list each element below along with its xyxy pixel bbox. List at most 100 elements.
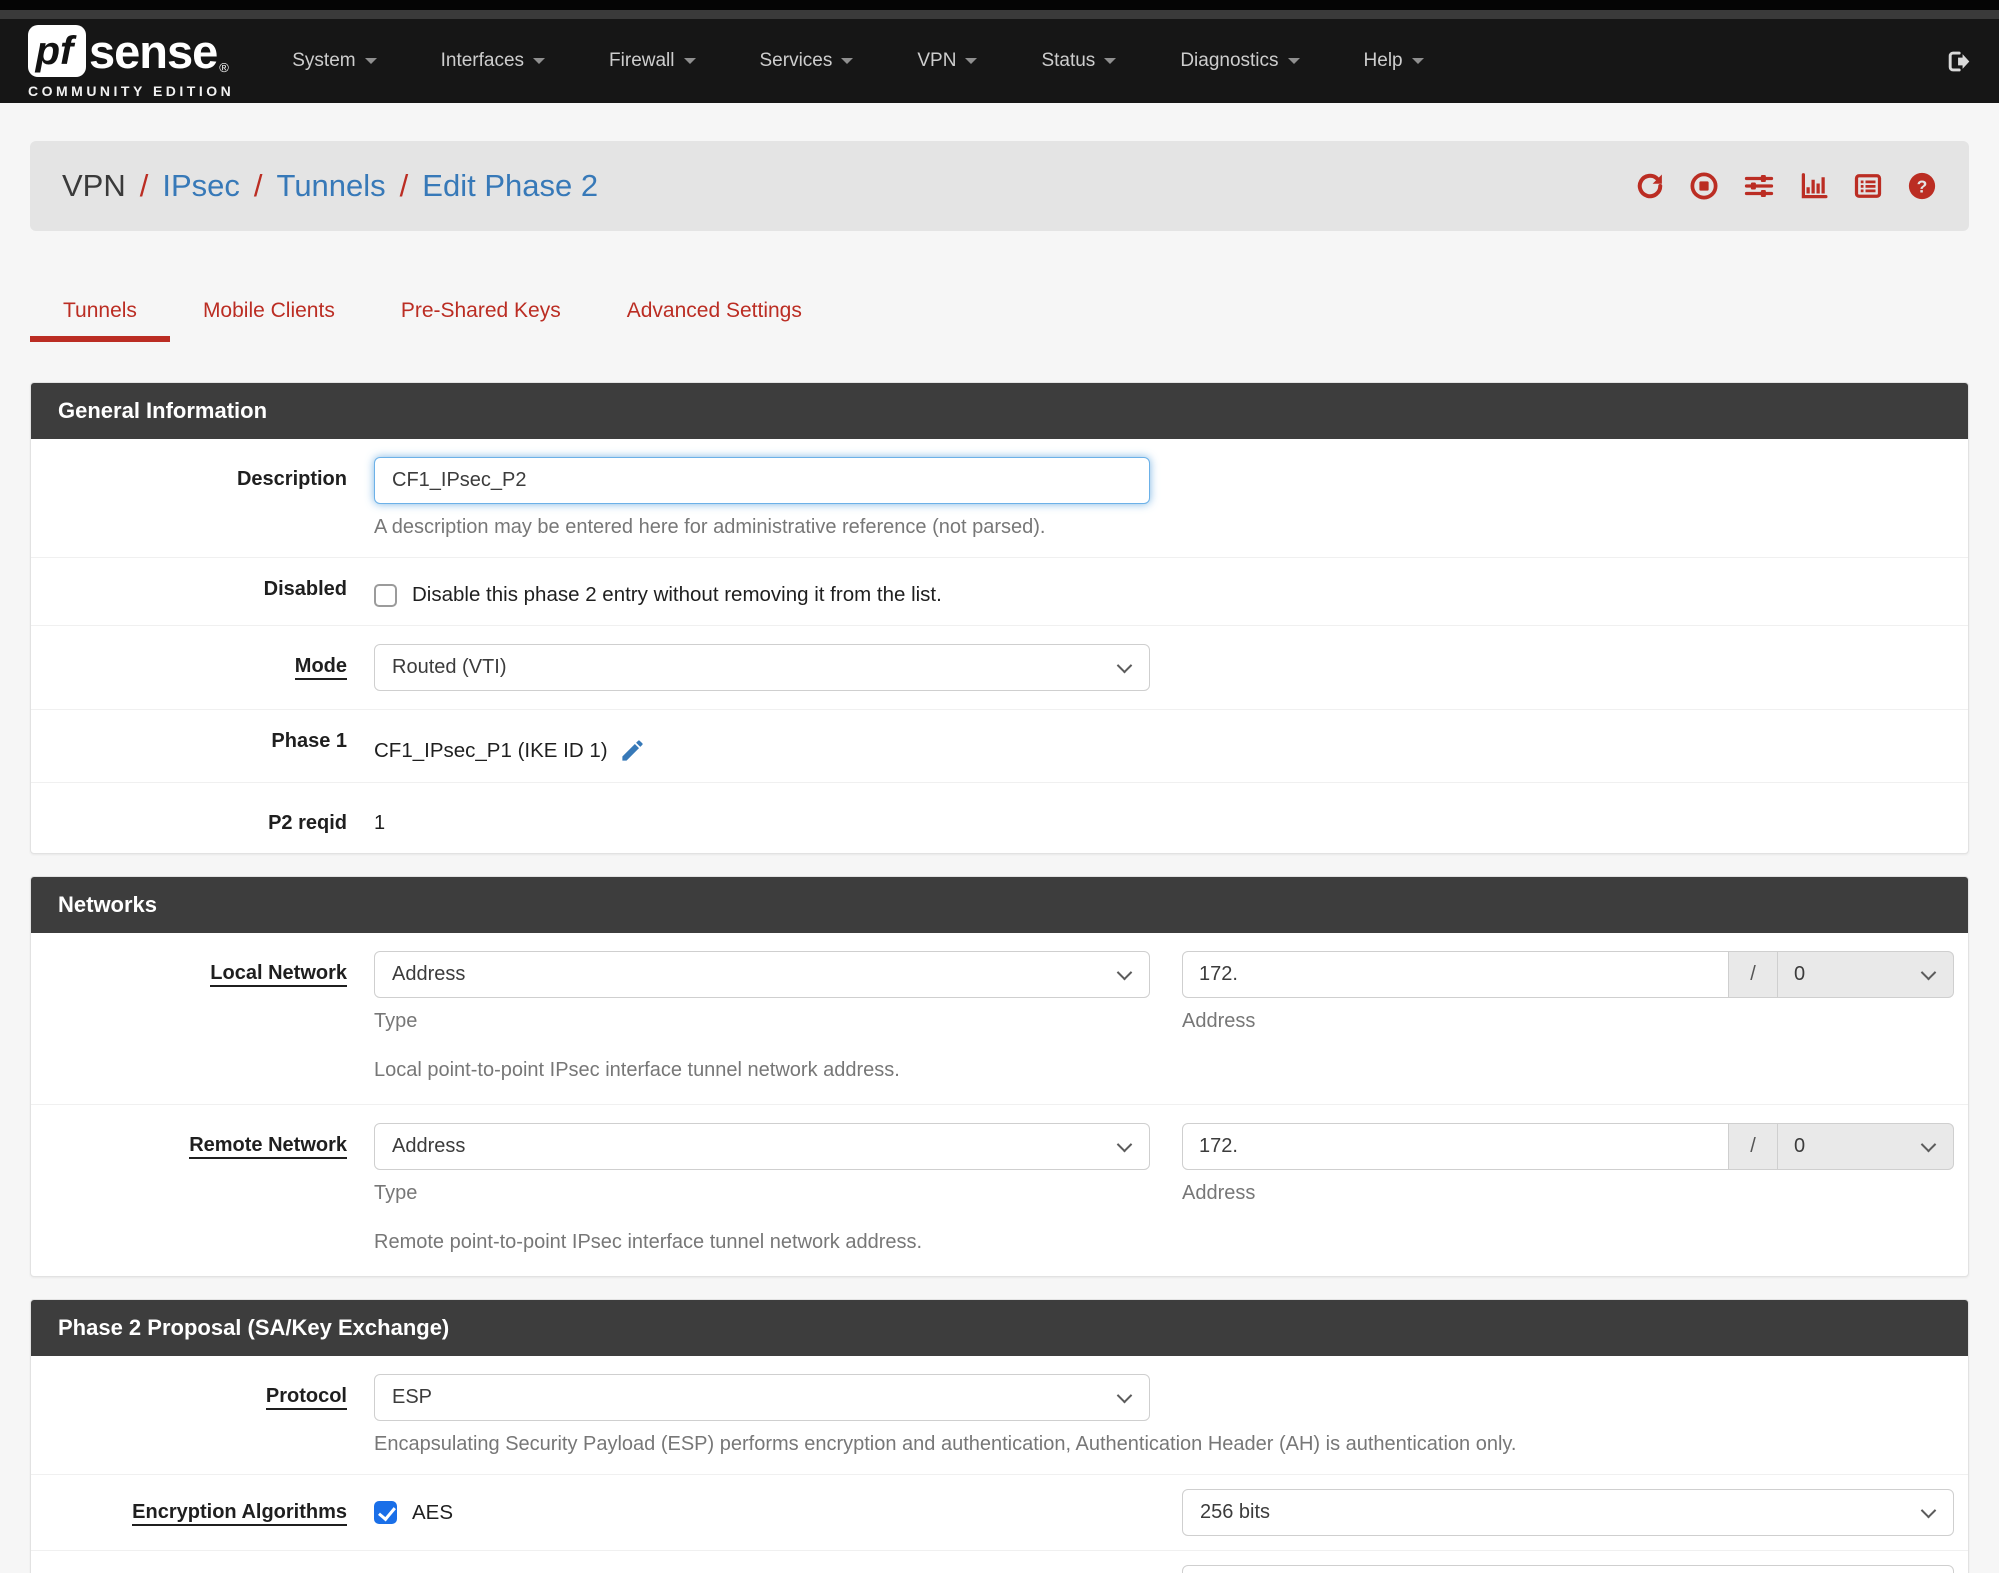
field-row-disabled: Disabled Disable this phase 2 entry with… — [31, 558, 1968, 626]
log-icon[interactable] — [1853, 171, 1883, 201]
sign-out-icon — [1948, 51, 1970, 71]
breadcrumb: VPN / IPsec / Tunnels / Edit Phase 2 ? — [30, 141, 1969, 231]
aes-checkbox-label: AES — [412, 1500, 454, 1524]
breadcrumb-link-tunnels[interactable]: Tunnels — [277, 168, 386, 204]
nav-item-label: VPN — [917, 50, 957, 71]
address-prefix-separator: / — [1729, 1123, 1778, 1170]
local-network-label: Local Network — [58, 951, 347, 987]
window-chrome-top — [0, 0, 1999, 10]
pf-logo-mark-icon: pf — [28, 25, 86, 77]
caret-down-icon — [841, 58, 854, 64]
edit-pencil-icon[interactable] — [619, 737, 646, 764]
chevron-down-icon — [1920, 1136, 1937, 1152]
svg-text:?: ? — [1917, 176, 1928, 196]
page-title: Edit Phase 2 — [422, 168, 599, 203]
window-chrome-strip — [0, 10, 1999, 19]
nav-item-label: System — [292, 50, 356, 71]
remote-network-address-input[interactable] — [1182, 1123, 1729, 1170]
caret-down-icon — [683, 58, 696, 64]
tab-pre-shared-keys[interactable]: Pre-Shared Keys — [368, 283, 594, 342]
field-row-mode: Mode Routed (VTI) — [31, 626, 1968, 710]
description-input[interactable] — [374, 457, 1150, 504]
nav-item-interfaces[interactable]: Interfaces — [440, 50, 546, 72]
nav-item-vpn[interactable]: VPN — [917, 50, 978, 72]
nav-item-label: Help — [1363, 50, 1403, 71]
header-action-icons: ? — [1635, 171, 1937, 201]
type-help-text: Type — [374, 1010, 418, 1032]
disabled-label: Disabled — [263, 578, 347, 600]
nav-item-system[interactable]: System — [292, 50, 377, 72]
aes-checkbox[interactable] — [374, 1501, 397, 1524]
tab-tunnels[interactable]: Tunnels — [30, 283, 170, 342]
caret-down-icon — [533, 58, 546, 64]
breadcrumb-separator: / — [399, 168, 409, 203]
field-row-phase1: Phase 1 CF1_IPsec_P1 (IKE ID 1) — [31, 710, 1968, 783]
remote-network-prefix-value: 0 — [1794, 1135, 1806, 1157]
chevron-down-icon — [1920, 1502, 1937, 1518]
chart-icon[interactable] — [1799, 171, 1829, 201]
field-row-encryption-aes128gcm: AES128-GCM Auto — [31, 1551, 1968, 1573]
breadcrumb-link-ipsec[interactable]: IPsec — [162, 168, 240, 204]
aes128gcm-keylength-select[interactable]: Auto — [1182, 1565, 1954, 1573]
description-label: Description — [236, 468, 347, 490]
brand-edition: COMMUNITY EDITION — [28, 82, 235, 99]
remote-network-type-select[interactable]: Address — [374, 1123, 1150, 1170]
tab-mobile-clients[interactable]: Mobile Clients — [170, 283, 368, 342]
protocol-select[interactable]: ESP — [374, 1374, 1150, 1421]
aes-keylength-select[interactable]: 256 bits — [1182, 1489, 1954, 1536]
tab-bar: Tunnels Mobile Clients Pre-Shared Keys A… — [30, 283, 1969, 342]
local-network-address-input[interactable] — [1182, 951, 1729, 998]
nav-item-label: Services — [759, 50, 833, 71]
main-menu: System Interfaces Firewall Services VPN … — [292, 50, 1424, 72]
caret-down-icon — [364, 58, 377, 64]
local-network-prefix-value: 0 — [1794, 963, 1806, 985]
chevron-down-icon — [1116, 1387, 1133, 1403]
mode-select-value: Routed (VTI) — [392, 656, 507, 678]
section-title: General Information — [31, 383, 1968, 439]
help-icon[interactable]: ? — [1907, 171, 1937, 201]
local-network-description: Local point-to-point IPsec interface tun… — [374, 1059, 900, 1081]
section-title: Networks — [31, 877, 1968, 933]
remote-network-description: Remote point-to-point IPsec interface tu… — [374, 1231, 923, 1253]
nav-item-label: Diagnostics — [1180, 50, 1279, 71]
nav-item-label: Interfaces — [440, 50, 525, 71]
caret-down-icon — [1104, 58, 1117, 64]
nav-item-status[interactable]: Status — [1041, 50, 1117, 72]
stop-icon[interactable] — [1689, 171, 1719, 201]
nav-item-diagnostics[interactable]: Diagnostics — [1180, 50, 1300, 72]
local-network-type-value: Address — [392, 963, 466, 985]
field-row-local-network: Local Network Address Type / 0 — [31, 933, 1968, 1105]
field-row-protocol: Protocol ESP Encapsulating Security Payl… — [31, 1356, 1968, 1475]
remote-network-label: Remote Network — [58, 1123, 347, 1159]
address-help-text: Address — [1182, 1182, 1256, 1204]
field-row-encryption-aes: Encryption Algorithms AES 256 bits — [31, 1475, 1968, 1551]
chevron-down-icon — [1116, 657, 1133, 673]
nav-item-services[interactable]: Services — [760, 50, 854, 72]
breadcrumb-root: VPN — [62, 168, 126, 203]
registered-mark: ® — [219, 59, 229, 75]
remote-network-type-value: Address — [392, 1135, 466, 1157]
mode-select[interactable]: Routed (VTI) — [374, 644, 1150, 691]
aes-keylength-value: 256 bits — [1200, 1501, 1271, 1523]
chevron-down-icon — [1116, 964, 1133, 980]
type-help-text: Type — [374, 1182, 418, 1204]
sliders-icon[interactable] — [1743, 171, 1775, 201]
caret-down-icon — [1411, 58, 1424, 64]
address-help-text: Address — [1182, 1010, 1256, 1032]
tab-advanced-settings[interactable]: Advanced Settings — [594, 283, 835, 342]
field-row-remote-network: Remote Network Address Type / 0 — [31, 1105, 1968, 1276]
pfsense-logo[interactable]: pf sense ® COMMUNITY EDITION — [28, 24, 234, 99]
refresh-icon[interactable] — [1635, 171, 1665, 201]
p2reqid-label: P2 reqid — [268, 812, 347, 834]
nav-item-firewall[interactable]: Firewall — [609, 50, 696, 72]
field-row-p2reqid: P2 reqid 1 — [31, 783, 1968, 853]
local-network-type-select[interactable]: Address — [374, 951, 1150, 998]
disabled-checkbox[interactable] — [374, 583, 397, 607]
nav-item-help[interactable]: Help — [1364, 50, 1424, 72]
phase1-label: Phase 1 — [271, 730, 347, 752]
brand-name: sense — [89, 24, 218, 78]
section-title: Phase 2 Proposal (SA/Key Exchange) — [31, 1300, 1968, 1356]
remote-network-prefix-select[interactable]: 0 — [1778, 1123, 1954, 1170]
logout-button[interactable] — [1944, 48, 1971, 75]
local-network-prefix-select[interactable]: 0 — [1778, 951, 1954, 998]
